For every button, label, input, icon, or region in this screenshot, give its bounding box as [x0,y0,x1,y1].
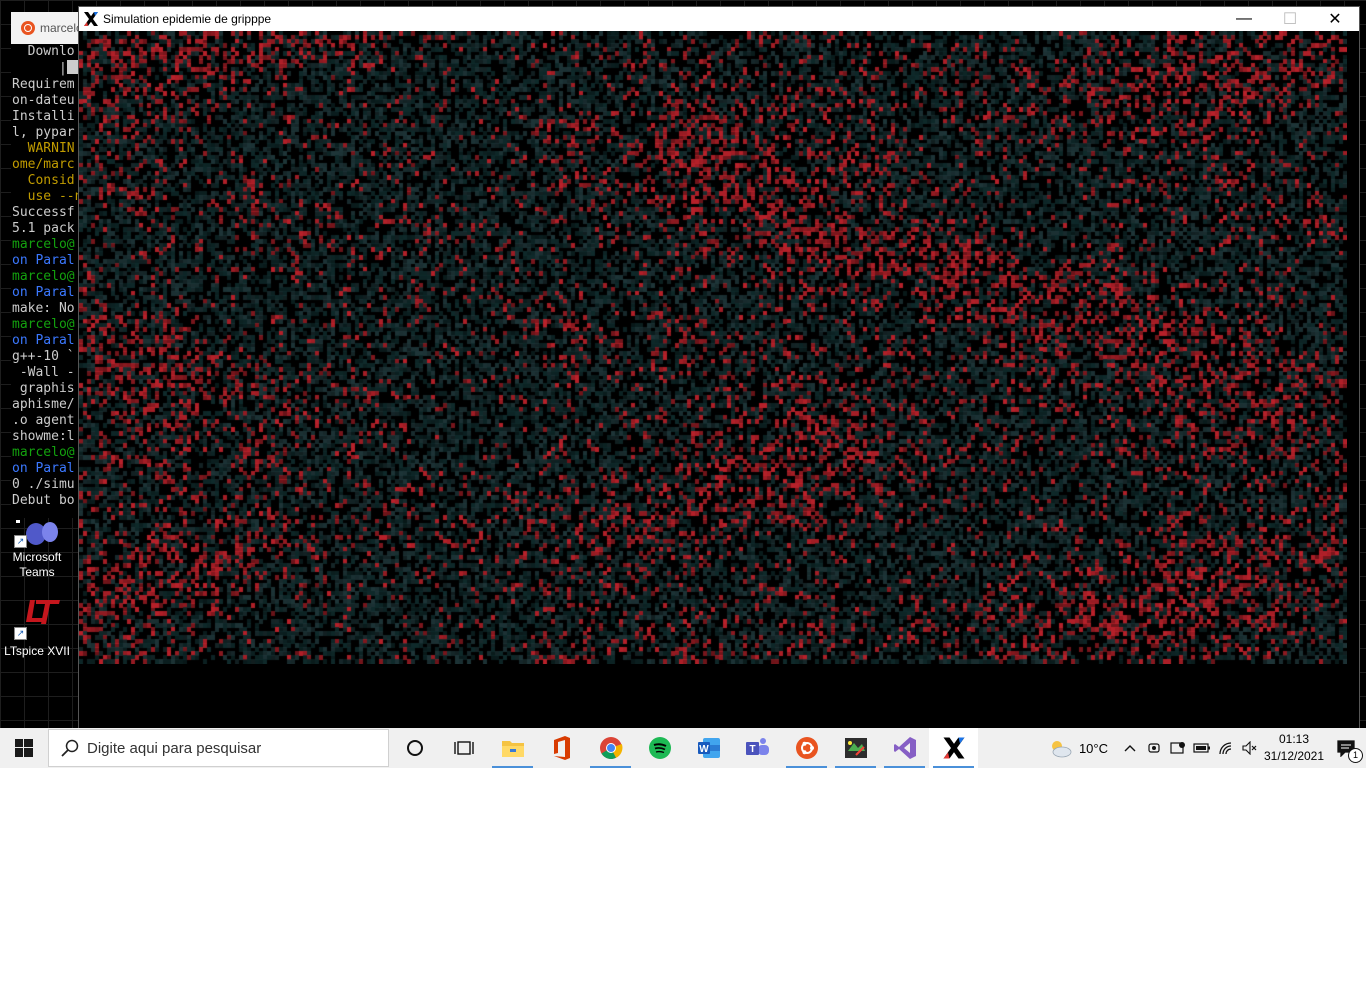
notification-count-badge: 1 [1348,748,1363,763]
window-title: Simulation epidemie de gripppe [103,12,272,26]
desktop-icon-label: Microsoft Teams [12,550,62,579]
show-hidden-icons-button[interactable] [1118,728,1142,768]
task-view-button[interactable] [439,728,488,768]
clock-date: 31/12/2021 [1263,749,1325,763]
teams-button[interactable]: T [733,728,782,768]
simulation-window[interactable]: Simulation epidemie de gripppe — ☐ ✕ [78,6,1360,728]
windows-icon [15,739,33,757]
ubuntu-icon [21,21,35,35]
snip-button[interactable] [831,728,880,768]
clock[interactable]: 01:13 31/12/2021 [1262,731,1326,765]
office-icon [553,736,570,760]
maximize-button[interactable]: ☐ [1267,7,1313,31]
teams-icon: T [745,738,769,755]
desktop: marcelo Downlo | Requirem on-dateu Installi… [0,0,1366,728]
desktop-icon-label: LTspice XVII [4,644,70,658]
task-view-icon [453,741,474,755]
search-box[interactable]: Digite aqui para pesquisar [48,729,389,767]
x-icon [84,12,98,26]
weather-widget[interactable] [1045,728,1075,768]
minimize-button[interactable]: — [1221,7,1267,31]
simulation-titlebar[interactable]: Simulation epidemie de gripppe — ☐ ✕ [79,7,1359,31]
device-tray-button[interactable] [1166,728,1190,768]
terminal-title: marcelo [40,21,83,35]
snip-icon [844,738,867,758]
visual-studio-button[interactable] [880,728,929,768]
search-icon [61,739,79,757]
svg-text:T: T [749,744,755,755]
desktop-icon-ltspice[interactable]: ↗ LTspice XVII [4,598,70,659]
battery-icon [1193,743,1210,753]
chrome-button[interactable] [586,728,635,768]
office-button[interactable] [537,728,586,768]
x-icon [943,737,964,759]
ltspice-icon: ↗ [12,598,62,640]
svg-text:W: W [699,744,709,755]
teams-icon: ↗ [12,520,62,548]
volume-button[interactable] [1238,728,1262,768]
spotify-icon [648,737,671,759]
network-button[interactable] [1214,728,1238,768]
volume-muted-icon [1242,741,1257,755]
xserver-button[interactable] [929,728,978,768]
meet-now-button[interactable] [1142,728,1166,768]
cortana-icon [406,740,423,756]
start-button[interactable] [0,728,48,768]
desktop-icon-teams[interactable]: ↗ Microsoft Teams [4,520,70,580]
word-button[interactable]: W [684,728,733,768]
visual-studio-icon [893,737,916,759]
clock-time: 01:13 [1278,732,1310,746]
chrome-icon [599,737,622,759]
camera-icon [1148,743,1160,753]
weather-temperature[interactable]: 10°C [1079,741,1108,756]
close-button[interactable]: ✕ [1312,7,1358,31]
epidemic-grid-canvas[interactable] [79,31,1347,664]
taskbar: Digite aqui para pesquisar W T 10°C 01:1… [0,728,1366,768]
system-tray: 10°C 01:13 31/12/2021 1 [1045,728,1366,768]
shortcut-arrow-icon: ↗ [14,535,27,548]
file-explorer-button[interactable] [488,728,537,768]
spotify-button[interactable] [635,728,684,768]
ubuntu-icon [795,737,818,759]
wifi-icon [1219,742,1232,755]
ubuntu-button[interactable] [782,728,831,768]
folder-icon [501,741,524,757]
action-center-button[interactable]: 1 [1326,728,1366,768]
search-placeholder: Digite aqui para pesquisar [87,739,262,757]
battery-button[interactable] [1190,728,1214,768]
device-icon [1170,742,1185,754]
chevron-up-icon [1124,745,1136,752]
word-icon: W [697,738,720,758]
shortcut-arrow-icon: ↗ [14,627,27,640]
cortana-button[interactable] [390,728,439,768]
partly-cloudy-icon [1051,741,1072,758]
